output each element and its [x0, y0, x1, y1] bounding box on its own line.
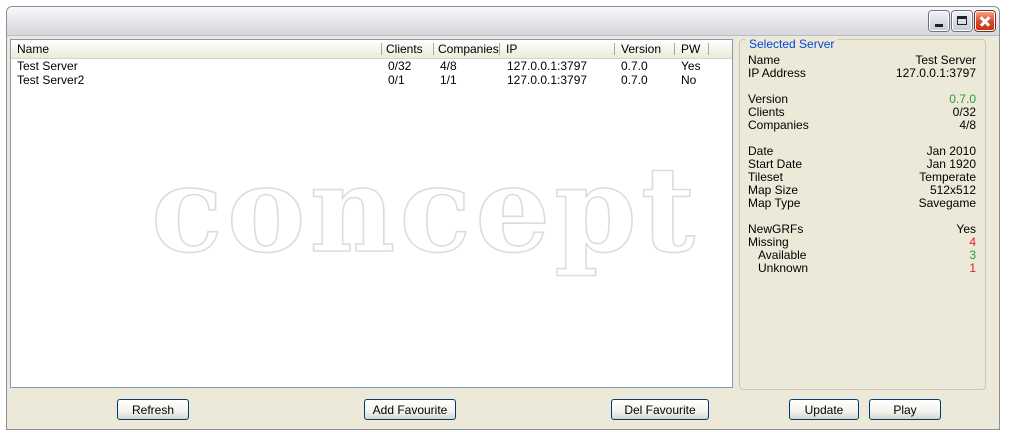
detail-companies-value: 4/8 — [959, 118, 976, 132]
server-ip-cell: 127.0.0.1:3797 — [507, 73, 588, 87]
selected-server-panel: Selected Server Name Test Server IP Addre… — [739, 38, 986, 390]
server-list[interactable]: Name Clients Companies IP Version PW con… — [10, 39, 733, 388]
column-header-version[interactable]: Version — [615, 40, 675, 58]
play-button[interactable]: Play — [869, 399, 941, 420]
server-browser-window: Name Clients Companies IP Version PW con… — [6, 6, 1000, 430]
server-row[interactable]: Test Server2 0/1 1/1 127.0.0.1:3797 0.7.… — [11, 73, 732, 87]
del-favourite-button[interactable]: Del Favourite — [611, 399, 709, 420]
column-header-name[interactable]: Name — [11, 40, 382, 58]
column-header-version-label: Version — [621, 42, 662, 56]
detail-unknown: Unknown 1 — [748, 262, 976, 275]
close-icon — [976, 12, 994, 30]
server-row[interactable]: Test Server 0/32 4/8 127.0.0.1:3797 0.7.… — [11, 59, 732, 73]
server-list-rows: Test Server 0/32 4/8 127.0.0.1:3797 0.7.… — [11, 59, 732, 87]
server-version-cell: 0.7.0 — [621, 59, 648, 73]
column-header-ip-label: IP — [506, 42, 518, 56]
server-name-cell: Test Server2 — [17, 73, 85, 87]
server-clients-cell: 0/32 — [388, 59, 412, 73]
minimize-icon — [930, 12, 948, 30]
detail-map-type-value: Savegame — [918, 196, 976, 210]
column-header-pw-label: PW — [681, 42, 701, 56]
title-bar[interactable] — [7, 7, 999, 36]
column-header-companies[interactable]: Companies — [434, 40, 500, 58]
server-name-cell: Test Server — [17, 59, 78, 73]
server-companies-cell: 1/1 — [440, 73, 457, 87]
detail-map-type-label: Map Type — [748, 196, 801, 210]
add-favourite-button[interactable]: Add Favourite — [364, 399, 456, 420]
maximize-icon — [953, 12, 971, 30]
column-header-pw[interactable]: PW — [675, 40, 709, 58]
server-version-cell: 0.7.0 — [621, 73, 648, 87]
server-pw-cell: Yes — [681, 59, 701, 73]
detail-unknown-value: 1 — [969, 261, 976, 275]
column-header-companies-label: Companies — [438, 42, 499, 56]
detail-ip-label: IP Address — [748, 66, 806, 80]
server-list-header: Name Clients Companies IP Version PW — [11, 40, 732, 59]
detail-unknown-label: Unknown — [758, 261, 809, 275]
selected-server-legend: Selected Server — [746, 38, 838, 50]
detail-companies-label: Companies — [748, 118, 809, 132]
server-companies-cell: 4/8 — [440, 59, 457, 73]
server-pw-cell: No — [681, 73, 697, 87]
detail-companies: Companies 4/8 — [748, 119, 976, 132]
column-header-ip[interactable]: IP — [500, 40, 615, 58]
update-button[interactable]: Update — [789, 399, 859, 420]
maximize-button[interactable] — [952, 11, 972, 31]
server-ip-cell: 127.0.0.1:3797 — [507, 59, 588, 73]
refresh-button[interactable]: Refresh — [117, 399, 189, 420]
server-clients-cell: 0/1 — [388, 73, 405, 87]
minimize-button[interactable] — [929, 11, 949, 31]
detail-ip-value: 127.0.0.1:3797 — [895, 66, 976, 80]
column-header-clients[interactable]: Clients — [382, 40, 434, 58]
column-header-name-label: Name — [17, 42, 50, 56]
concept-watermark: concept — [150, 139, 700, 280]
detail-ip: IP Address 127.0.0.1:3797 — [748, 67, 976, 80]
detail-map-type: Map Type Savegame — [748, 197, 976, 210]
column-header-clients-label: Clients — [386, 42, 423, 56]
close-button[interactable] — [975, 11, 995, 31]
